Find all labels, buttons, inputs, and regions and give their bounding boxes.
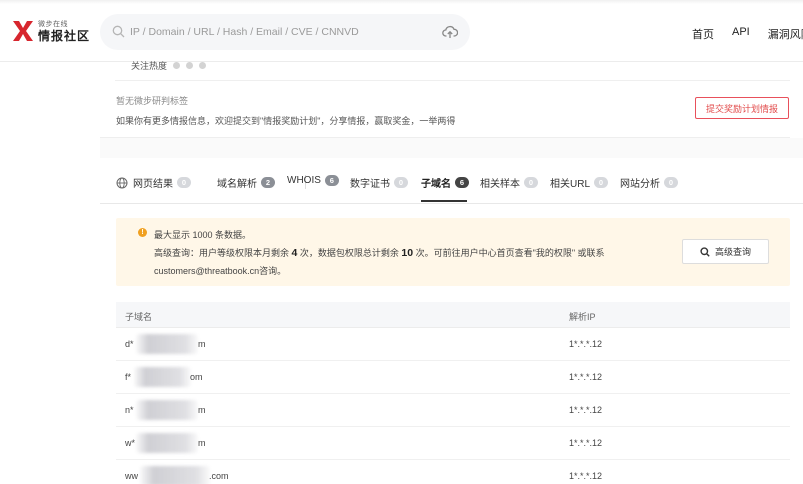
- tab-label: 相关URL: [550, 179, 591, 190]
- column-header-subdomain: 子域名: [125, 312, 153, 322]
- nav-api[interactable]: API: [732, 26, 750, 42]
- intel-info-card: 关注热度 暂无微步研判标签 如果你有更多情报信息，欢迎提交到"情报奖励计划"，分…: [100, 56, 790, 138]
- attention-heat: 关注热度: [131, 59, 207, 72]
- reward-tip: 如果你有更多情报信息，欢迎提交到"情报奖励计划"，分享情报，赢取奖金，一举两得: [116, 116, 456, 126]
- tab-related-urls[interactable]: 相关URL 0: [550, 175, 609, 190]
- search-icon: [112, 25, 125, 38]
- tab-certificates[interactable]: 数字证书 0: [350, 175, 408, 190]
- notice-contact: customers@threatbook.cn咨询。: [154, 266, 287, 276]
- heat-dot-icon: [199, 62, 207, 69]
- table-row[interactable]: f* om 1*.*.*.12: [116, 361, 790, 394]
- submit-intel-button[interactable]: 提交奖励计划情报: [695, 97, 789, 119]
- logo-x-icon: [13, 21, 33, 41]
- redaction-blur: [136, 400, 198, 420]
- count-badge: 0: [177, 177, 191, 188]
- table-row[interactable]: ww .com 1*.*.*.12: [116, 460, 790, 484]
- tab-whois[interactable]: WHOIS 6: [287, 175, 339, 186]
- subdomain-suffix: m: [198, 339, 206, 349]
- resolved-ip: 1*.*.*.12: [569, 438, 603, 448]
- tab-label: 网页结果: [133, 179, 173, 190]
- count-badge: 2: [261, 177, 275, 188]
- count-badge: 6: [455, 177, 469, 188]
- tab-web-results[interactable]: 网页结果 0: [116, 175, 191, 190]
- attention-label: 关注热度: [131, 61, 168, 71]
- subdomain-prefix: w*: [125, 438, 136, 448]
- tab-subdomains[interactable]: 子域名 6: [421, 175, 469, 190]
- tab-dns-resolution[interactable]: 域名解析 2: [217, 175, 275, 190]
- logo-subtitle: 微步在线: [38, 20, 68, 28]
- redaction-blur: [136, 433, 198, 453]
- tab-label: WHOIS: [287, 175, 321, 186]
- resolved-ip: 1*.*.*.12: [569, 339, 603, 349]
- subdomain-suffix: m: [198, 405, 206, 415]
- cloud-upload-icon[interactable]: [442, 24, 458, 40]
- table-row[interactable]: d* m 1*.*.*.12: [116, 328, 790, 361]
- notice-max-rows: 最大显示 1000 条数据。: [154, 230, 252, 240]
- section-gap: [100, 138, 803, 158]
- subdomain-prefix: f*: [125, 372, 132, 382]
- notice-quota-middle: 次，数据包权限总计剩余: [299, 248, 399, 258]
- redaction-blur: [134, 367, 191, 387]
- count-badge: 0: [594, 177, 609, 188]
- resolved-ip: 1*.*.*.12: [569, 372, 603, 382]
- column-header-ip: 解析IP: [569, 312, 596, 322]
- subdomain-prefix: d*: [125, 339, 134, 349]
- logo-text: 微步在线 情报社区: [38, 21, 90, 42]
- no-tags-text: 暂无微步研判标签: [116, 96, 189, 106]
- advanced-query-button[interactable]: 高级查询: [682, 239, 769, 264]
- top-nav: 首页 API 漏洞风险: [692, 26, 803, 42]
- notice-quota-prefix: 高级查询：用户等级权限本月剩余: [154, 248, 290, 258]
- resolved-ip: 1*.*.*.12: [569, 405, 603, 415]
- top-bar: 微步在线 情报社区 首页 API 漏洞风险: [0, 0, 803, 62]
- subdomain-prefix: ww: [125, 471, 138, 481]
- table-row[interactable]: w* m 1*.*.*.12: [116, 427, 790, 460]
- subdomain-suffix: m: [198, 438, 206, 448]
- query-limit-notice: ! 最大显示 1000 条数据。 高级查询：用户等级权限本月剩余 4 次，数据包…: [116, 218, 790, 286]
- tab-label: 网站分析: [620, 179, 660, 190]
- search-input[interactable]: [130, 14, 430, 50]
- result-tabs: 网页结果 0 域名解析 2 WHOIS 6 数字证书 0 子域名 6 相关样本 …: [100, 158, 803, 204]
- logo-title: 情报社区: [38, 28, 91, 43]
- logo[interactable]: 微步在线 情报社区: [12, 20, 90, 42]
- search-icon: [700, 246, 710, 257]
- package-remaining: 10: [401, 247, 414, 259]
- count-badge: 6: [324, 175, 339, 186]
- tab-label: 子域名: [421, 179, 451, 190]
- subdomain-suffix: .com: [209, 471, 229, 481]
- monthly-remaining: 4: [291, 247, 298, 259]
- notice-quota-suffix: 次。可前往用户中心首页查看"我的权限" 或联系: [415, 248, 605, 258]
- tab-label: 相关样本: [480, 179, 520, 190]
- count-badge: 0: [664, 177, 678, 188]
- globe-icon: [116, 177, 128, 188]
- subdomain-suffix: om: [190, 372, 203, 382]
- redaction-blur: [136, 334, 198, 354]
- table-row[interactable]: n* m 1*.*.*.12: [116, 394, 790, 427]
- redaction-blur: [140, 466, 210, 484]
- count-badge: 0: [394, 177, 408, 188]
- divider: [115, 80, 790, 81]
- tab-related-samples[interactable]: 相关样本 0: [480, 175, 538, 190]
- tab-site-analysis[interactable]: 网站分析 0: [620, 175, 678, 190]
- count-badge: 0: [524, 177, 538, 188]
- tab-label: 域名解析: [217, 179, 257, 190]
- table-header: 子域名 解析IP: [116, 302, 790, 328]
- resolved-ip: 1*.*.*.12: [569, 471, 603, 481]
- top-edge: [0, 0, 803, 4]
- active-tab-indicator: [421, 200, 467, 202]
- notice-quota: 高级查询：用户等级权限本月剩余 4 次，数据包权限总计剩余 10 次。可前往用户…: [154, 246, 605, 259]
- nav-home[interactable]: 首页: [692, 26, 714, 42]
- heat-dot-icon: [186, 62, 194, 69]
- nav-vuln-risk[interactable]: 漏洞风险: [768, 26, 803, 42]
- subdomain-table: 子域名 解析IP d* m 1*.*.*.12 f* om 1*.*.*.12 …: [116, 302, 790, 484]
- search-bar: [100, 14, 470, 50]
- tab-label: 数字证书: [350, 179, 390, 190]
- advanced-query-label: 高级查询: [714, 247, 751, 257]
- heat-dot-icon: [173, 62, 181, 69]
- page: 微步在线 情报社区 首页 API 漏洞风险 关注热度: [0, 0, 803, 484]
- subdomain-prefix: n*: [125, 405, 134, 415]
- warning-icon: !: [138, 228, 147, 237]
